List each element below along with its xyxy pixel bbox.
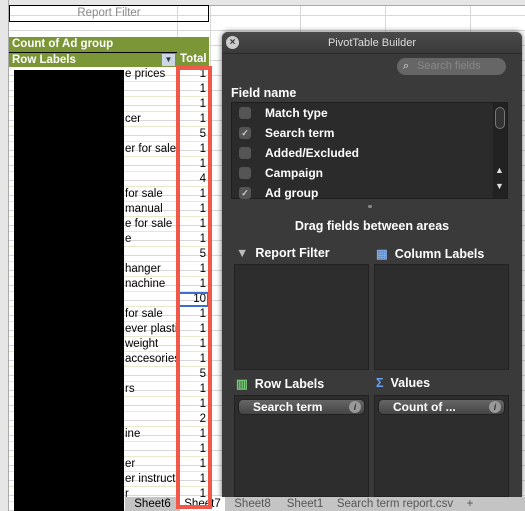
- info-icon[interactable]: i: [489, 401, 501, 413]
- redaction-box: [14, 70, 124, 511]
- row-label-suffix: er for sale: [125, 143, 177, 155]
- scroll-up-icon[interactable]: ▲: [495, 165, 504, 175]
- row-labels-label: ▥ Row Labels: [236, 377, 325, 391]
- field-checkbox[interactable]: ✓: [239, 187, 251, 199]
- pivot-header[interactable]: Count of Ad group: [9, 37, 177, 52]
- pivottable-builder: PivotTable Builder × ⌕ Search fields Fiel…: [222, 32, 522, 497]
- column-labels-icon: ▦: [376, 247, 388, 261]
- field-item[interactable]: ✓ Ad group: [232, 183, 507, 203]
- field-list: Match type ✓ Search term Added/Excluded Camp…: [231, 102, 508, 200]
- close-icon[interactable]: ×: [226, 36, 239, 49]
- drag-hint: Drag fields between areas: [294, 219, 450, 233]
- field-item[interactable]: Campaign: [232, 163, 507, 183]
- row-label-suffix: e prices: [125, 68, 166, 80]
- row-labels-text: Row Labels: [12, 54, 76, 66]
- field-list-scrollbar[interactable]: ▲ ▼: [493, 103, 507, 198]
- field-name-label: Field name: [231, 86, 297, 100]
- report-filter-area[interactable]: [234, 264, 369, 370]
- tab-sheet6[interactable]: Sheet6: [125, 497, 180, 511]
- row-label-suffix: nachine: [125, 278, 166, 290]
- row-numbers: [0, 0, 9, 511]
- scroll-down-icon[interactable]: ▼: [495, 181, 504, 191]
- row-label-suffix: e for sale: [125, 218, 173, 230]
- field-name: Search term: [265, 126, 335, 140]
- field-checkbox[interactable]: ✓: [239, 127, 251, 139]
- field-name: Added/Excluded: [265, 146, 360, 160]
- report-filter-label: ▼ Report Filter: [236, 246, 330, 260]
- row-label-suffix: e: [125, 233, 132, 245]
- row-label-suffix: ine: [125, 428, 141, 440]
- info-icon[interactable]: i: [349, 401, 361, 413]
- values-area[interactable]: Count of ... i: [374, 395, 509, 497]
- row-label-suffix: cer: [125, 113, 141, 125]
- field-name: Campaign: [265, 166, 324, 180]
- search-fields-input[interactable]: ⌕ Search fields: [397, 58, 506, 75]
- panel-title: PivotTable Builder: [222, 32, 522, 54]
- field-checkbox[interactable]: [239, 147, 251, 159]
- report-filter-cell[interactable]: Report Filter: [9, 5, 209, 22]
- row-label-suffix: for sale: [125, 188, 163, 200]
- search-term-field-pill[interactable]: Search term i: [238, 399, 365, 415]
- field-checkbox[interactable]: [239, 107, 251, 119]
- field-item[interactable]: Match type: [232, 103, 507, 123]
- search-placeholder: Search fields: [417, 60, 481, 72]
- row-label-suffix: er instructi: [125, 473, 177, 485]
- add-sheet-button[interactable]: +: [460, 497, 480, 511]
- field-name: Match type: [265, 106, 328, 120]
- row-label-suffix: manual: [125, 203, 163, 215]
- tab-sheet1[interactable]: Sheet1: [280, 497, 330, 511]
- scroll-thumb[interactable]: [495, 107, 505, 129]
- count-field-pill[interactable]: Count of ... i: [378, 399, 505, 415]
- field-item[interactable]: Added/Excluded: [232, 143, 507, 163]
- filter-icon: ▼: [236, 246, 249, 260]
- tab-search-term-report[interactable]: Search term report.csv: [330, 497, 460, 511]
- column-labels-label: ▦ Column Labels: [376, 247, 485, 261]
- row-label-suffix: weight: [125, 338, 159, 350]
- row-label-suffix: er: [125, 458, 136, 470]
- row-labels-header[interactable]: Row Labels ▼: [9, 52, 177, 67]
- values-label: Σ Values: [376, 376, 431, 390]
- tab-sheet8[interactable]: Sheet8: [225, 497, 280, 511]
- row-label-suffix: for sale: [125, 308, 163, 320]
- field-item[interactable]: ✓ Search term: [232, 123, 507, 143]
- field-name: Ad group: [265, 186, 319, 200]
- sigma-icon: Σ: [376, 376, 384, 390]
- row-labels-icon: ▥: [236, 377, 248, 391]
- row-label-suffix: ever plasti: [125, 323, 177, 335]
- row-label-suffix: rs: [125, 383, 135, 395]
- row-label-suffix: hanger: [125, 263, 161, 275]
- filter-dropdown-icon[interactable]: ▼: [162, 54, 175, 66]
- column-labels-area[interactable]: [374, 264, 509, 370]
- row-labels-area[interactable]: Search term i: [234, 395, 369, 497]
- row-label-suffix: accesories: [125, 353, 177, 365]
- field-checkbox[interactable]: [239, 167, 251, 179]
- resize-handle[interactable]: [368, 205, 372, 208]
- highlight-box: [176, 66, 212, 509]
- search-icon: ⌕: [403, 60, 410, 72]
- total-header[interactable]: Total: [177, 52, 209, 67]
